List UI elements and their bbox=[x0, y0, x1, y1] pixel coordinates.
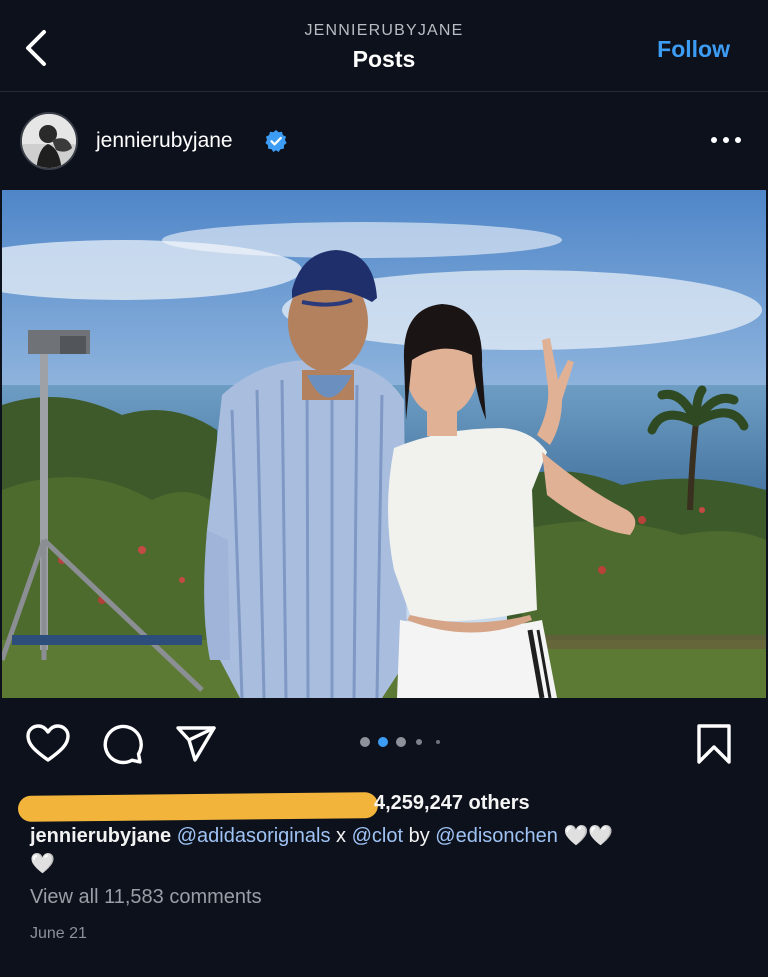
carousel-dot-active bbox=[378, 737, 388, 747]
carousel-dot bbox=[396, 737, 406, 747]
mention-edisonchen[interactable]: @edisonchen bbox=[435, 825, 558, 847]
share-icon bbox=[176, 726, 216, 762]
comment-icon bbox=[103, 724, 143, 765]
carousel-indicator bbox=[358, 735, 448, 749]
caption-hearts: 🤍🤍 bbox=[563, 825, 614, 847]
avatar-image bbox=[22, 114, 76, 168]
caption-joiner: by bbox=[403, 825, 436, 847]
post-photo-image bbox=[2, 190, 766, 698]
post-username[interactable]: jennierubyjane bbox=[96, 129, 233, 153]
more-options-button[interactable] bbox=[708, 126, 744, 154]
top-bar: JENNIERUBYJANE Posts Follow bbox=[0, 0, 768, 92]
post-header: jennierubyjane bbox=[0, 106, 768, 176]
likes-line[interactable]: 4,259,247 others bbox=[14, 788, 714, 824]
verified-badge-icon bbox=[265, 130, 287, 152]
mention-clot[interactable]: @clot bbox=[352, 825, 403, 847]
more-options-icon bbox=[711, 137, 741, 143]
mention-adidasoriginals[interactable]: @adidasoriginals bbox=[177, 825, 331, 847]
share-button[interactable] bbox=[172, 720, 220, 768]
post-photo[interactable] bbox=[2, 190, 766, 698]
carousel-dot bbox=[416, 739, 422, 745]
avatar[interactable] bbox=[20, 112, 78, 170]
view-all-comments-link[interactable]: View all 11,583 comments bbox=[30, 886, 262, 909]
comment-button[interactable] bbox=[98, 720, 146, 768]
caption-joiner: x bbox=[330, 825, 352, 847]
likes-redaction-overlay bbox=[17, 792, 379, 822]
like-button[interactable] bbox=[24, 720, 72, 768]
bookmark-icon bbox=[697, 724, 731, 764]
caption-heart: 🤍 bbox=[30, 853, 55, 875]
heart-icon bbox=[26, 724, 70, 762]
action-bar bbox=[0, 712, 768, 772]
carousel-dot bbox=[360, 737, 370, 747]
likes-count: 4,259,247 others bbox=[374, 792, 530, 814]
follow-button[interactable]: Follow bbox=[657, 36, 730, 63]
post-date: June 21 bbox=[30, 925, 87, 942]
caption-username[interactable]: jennierubyjane bbox=[30, 825, 171, 847]
save-button[interactable] bbox=[690, 720, 738, 768]
carousel-dot bbox=[436, 740, 440, 744]
page-title: Posts bbox=[352, 46, 416, 72]
header-divider bbox=[0, 91, 768, 92]
post-caption: jennierubyjane @adidasoriginals x @clot … bbox=[30, 822, 730, 878]
header-account-name: JENNIERUBYJANE bbox=[304, 22, 464, 39]
